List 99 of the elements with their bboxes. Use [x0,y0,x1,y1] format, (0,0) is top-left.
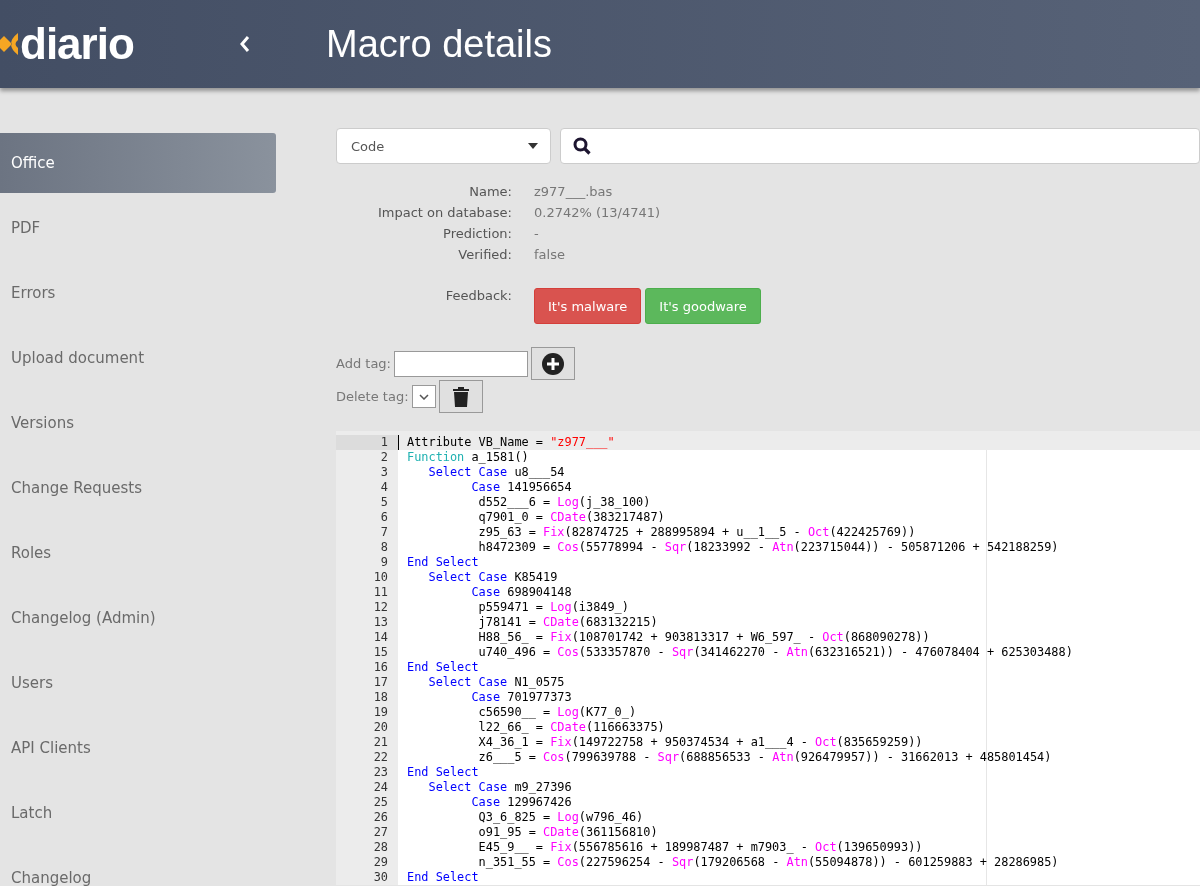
sidebar-item[interactable]: Upload document [0,328,276,388]
field-label: Prediction: [442,225,512,242]
line-number: 7 [336,525,398,540]
code-line: Select Case K85419 [427,570,558,585]
line-number: 18 [336,690,398,705]
line-number: 26 [336,810,398,825]
code-line: c56590__ = Log(K77_0_) [477,705,637,720]
field-label: Name: [468,183,512,200]
code-line: o91_95 = CDate(361156810) [477,825,658,840]
sidebar-item[interactable]: Users [0,653,276,713]
malware-button[interactable]: It's malware [534,288,642,324]
add-tag-label: Add tag: [336,356,391,371]
sidebar-item[interactable]: Versions [0,393,276,453]
field-value: false [534,246,565,263]
trash-icon [452,386,469,407]
tag-input-field[interactable] [394,350,528,377]
code-line: Select Case N1_0575 [427,675,565,690]
line-number: 22 [336,750,398,765]
code-line: z6___5 = Cos(799639788 - Sqr(688856533 - Atn(926479957)) - 31662013 + 485801454) [477,750,1052,765]
page-title: Macro details [326,22,552,66]
code-line: Function a_1581() [406,450,529,465]
line-number: 11 [336,585,398,600]
field-label: Impact on database: [376,204,512,221]
code-line: Case 701977373 [470,690,572,705]
view-dropdown[interactable]: Code [336,128,551,164]
line-number: 8 [336,540,398,555]
code-line: End Select [406,870,479,885]
tag-dropdown[interactable] [411,385,436,408]
line-number: 19 [336,705,398,720]
field-value: - [534,225,539,242]
line-number: 2 [336,450,398,465]
line-number: 21 [336,735,398,750]
code-line: End Select [406,765,479,780]
line-number: 12 [336,600,398,615]
sidebar-item[interactable]: Latch [0,783,276,843]
code-line: E45_9__ = Fix(556785616 + 189987487 + m7903_ - Oct(139650993)) [477,840,923,855]
code-line: Case 141956654 [470,480,572,495]
code-line: u740_496 = Cos(533357870 - Sqr(341462270 - Atn(632316521)) - 476078404 + 625303488) [477,645,1073,660]
code-line: p559471 = Log(i3849_) [477,600,629,615]
field-value: z977___.bas [534,183,613,200]
sidebar-item[interactable]: Roles [0,523,276,583]
code-line: H88_56_ = Fix(108701742 + 903813317 + W6_597_ - Oct(868090278)) [477,630,930,645]
sidebar-item[interactable]: Errors [0,263,276,323]
code-line: End Select [406,555,479,570]
code-line: q7901_0 = CDate(383217487) [477,510,665,525]
code-line: Select Case m9_27396 [427,780,572,795]
code-line: d552___6 = Log(j_38_100) [477,495,651,510]
line-number: 17 [336,675,398,690]
delete-tag-button[interactable] [438,380,483,413]
code-line: Q3_6_825 = Log(w796_46) [477,810,644,825]
field-value: 0.2742% (13/4741) [534,204,661,221]
line-number: 29 [336,855,398,870]
sidebar-item[interactable]: PDF [0,198,276,258]
plus-circle-icon [542,352,564,375]
line-number: 9 [336,555,398,570]
code-line: l22_66_ = CDate(116663375) [477,720,665,735]
sidebar-item[interactable]: Changelog [0,848,276,886]
line-number: 16 [336,660,398,675]
line-number: 24 [336,780,398,795]
code-line: Case 129967426 [470,795,572,810]
line-number: 10 [336,570,398,585]
line-number: 4 [336,480,398,495]
line-number: 5 [336,495,398,510]
chevron-down-icon [418,393,429,400]
line-number: 14 [336,630,398,645]
line-number: 25 [336,795,398,810]
line-number: 28 [336,840,398,855]
search-icon [573,137,591,155]
line-number: 15 [336,645,398,660]
code-line: h8472309 = Cos(55778994 - Sqr(18233992 - Atn(223715044)) - 505871206 + 542188259) [477,540,1059,555]
line-number: 27 [336,825,398,840]
line-number: 23 [336,765,398,780]
logo-text: diario [20,22,134,66]
chevron-left-icon[interactable] [239,35,251,53]
code-line: Select Case u8___54 [427,465,565,480]
add-tag-button[interactable] [531,347,575,380]
line-number: 13 [336,615,398,630]
delete-tag-label: Delete tag: [336,389,409,404]
code-line: X4_36_1 = Fix(149722758 + 950374534 + a1___4 - Oct(835659259)) [477,735,923,750]
code-line: j78141 = CDate(683132215) [477,615,658,630]
search-field[interactable] [560,128,1200,164]
code-line: Attribute VB_Name = "z977___" [398,435,615,450]
line-number: 1 [336,435,398,450]
sidebar-item[interactable]: API Clients [0,718,276,778]
sidebar-item[interactable]: Office [0,133,276,193]
feedback-label: Feedback: [444,288,512,303]
code-line: z95_63 = Fix(82874725 + 288995894 + u__1__5 - Oct(422425769)) [477,525,916,540]
line-number: 20 [336,720,398,735]
line-number: 6 [336,510,398,525]
code-line: End Select [406,660,479,675]
sidebar-item[interactable]: Changelog (Admin) [0,588,276,648]
line-number: 3 [336,465,398,480]
code-line: n_351_55 = Cos(227596254 - Sqr(179206568 - Atn(55094878)) - 601259883 + 28286985) [477,855,1059,870]
caret-icon [528,143,538,149]
line-number: 30 [336,870,398,885]
sidebar-item[interactable]: Change Requests [0,458,276,518]
field-label: Verified: [457,246,512,263]
goodware-button[interactable]: It's goodware [645,288,761,324]
code-line: Case 698904148 [470,585,572,600]
